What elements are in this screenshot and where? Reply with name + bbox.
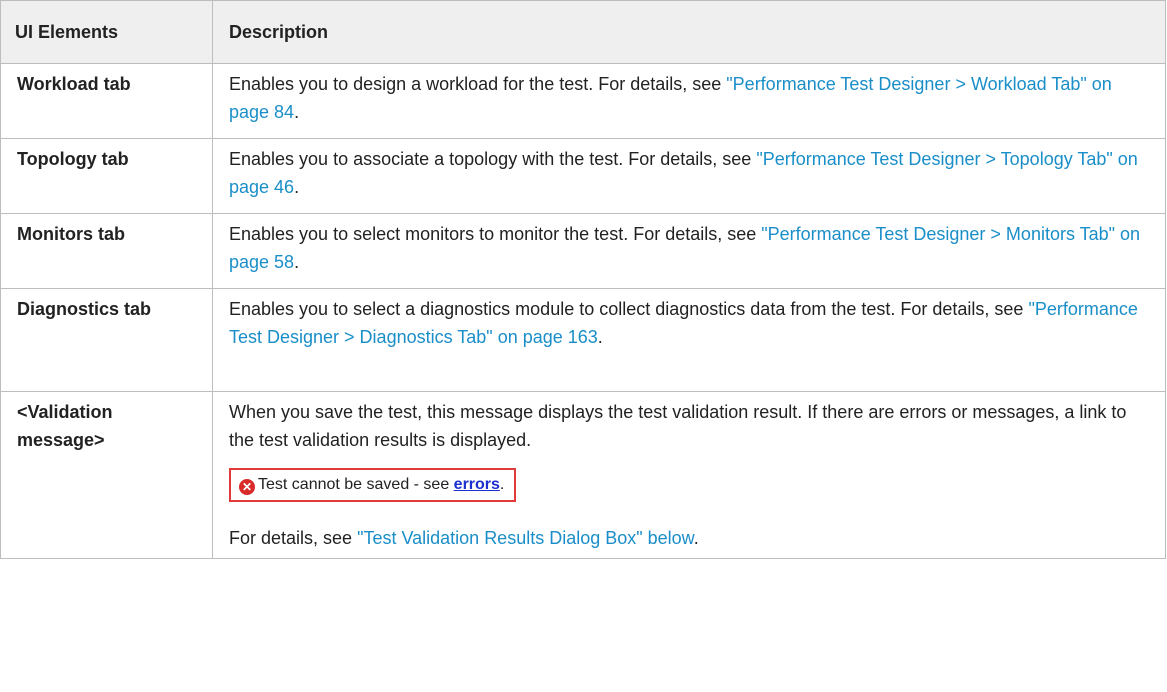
element-description: When you save the test, this message dis…	[212, 391, 1166, 559]
element-name: <Validation message>	[0, 391, 213, 559]
element-name: Workload tab	[0, 63, 213, 139]
validation-results-link[interactable]: "Test Validation Results Dialog Box" bel…	[357, 528, 694, 548]
header-ui-elements: UI Elements	[0, 0, 213, 64]
description-text: Enables you to associate a topology with…	[229, 149, 757, 169]
description-text-end: .	[294, 177, 300, 197]
header-description: Description	[212, 0, 1166, 64]
element-description: Enables you to design a workload for the…	[212, 63, 1166, 139]
description-text-end: .	[294, 102, 300, 122]
element-description: Enables you to select monitors to monito…	[212, 213, 1166, 289]
element-description: Enables you to select a diagnostics modu…	[212, 288, 1166, 392]
description-text: Enables you to select a diagnostics modu…	[229, 299, 1029, 319]
errors-link[interactable]: errors	[454, 476, 500, 493]
table-header-row: UI Elements Description	[0, 0, 1166, 64]
element-description: Enables you to associate a topology with…	[212, 138, 1166, 214]
details-text-end: .	[693, 528, 699, 548]
error-text-end: .	[499, 476, 505, 493]
description-text: Enables you to select monitors to monito…	[229, 224, 762, 244]
table-row: Topology tab Enables you to associate a …	[0, 138, 1166, 214]
table-row: Monitors tab Enables you to select monit…	[0, 213, 1166, 289]
table-row: Workload tab Enables you to design a wor…	[0, 63, 1166, 139]
error-icon: ✕	[239, 479, 255, 495]
error-text: Test cannot be saved - see	[258, 476, 454, 493]
table-row: <Validation message> When you save the t…	[0, 391, 1166, 559]
validation-error-box: ✕ Test cannot be saved - see errors.	[229, 468, 517, 502]
description-text: When you save the test, this message dis…	[229, 402, 1127, 450]
table-row: Diagnostics tab Enables you to select a …	[0, 288, 1166, 392]
ui-elements-table: UI Elements Description Workload tab Ena…	[0, 0, 1166, 559]
details-text: For details, see	[229, 528, 358, 548]
element-name: Monitors tab	[0, 213, 213, 289]
details-line: For details, see "Test Validation Result…	[229, 524, 1151, 552]
element-name: Topology tab	[0, 138, 213, 214]
element-name: Diagnostics tab	[0, 288, 213, 392]
description-text-end: .	[294, 252, 300, 272]
description-text-end: .	[597, 327, 603, 347]
description-text: Enables you to design a workload for the…	[229, 74, 727, 94]
